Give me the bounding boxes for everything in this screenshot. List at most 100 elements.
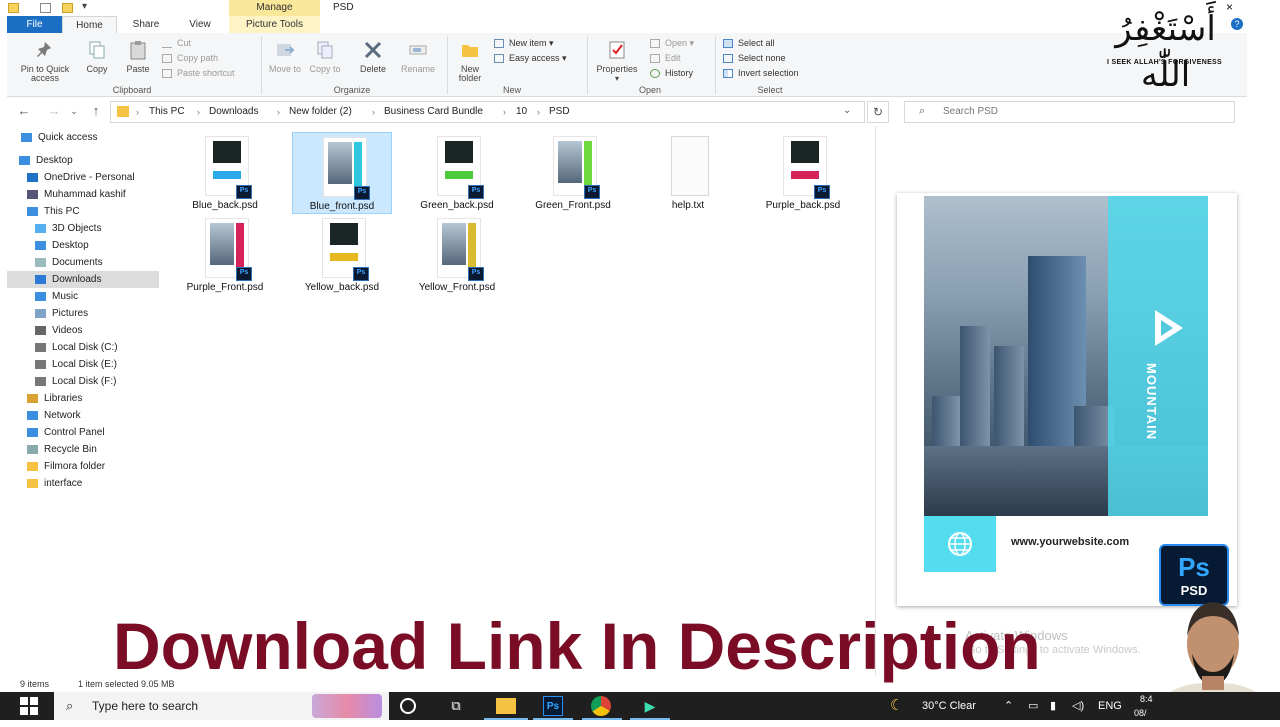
nav-item[interactable]: interface [7,475,159,492]
nav-item[interactable]: Libraries [7,390,159,407]
tab-picture-tools[interactable]: Picture Tools [229,16,320,33]
history-button[interactable]: History [650,66,693,80]
nav-item[interactable]: Control Panel [7,424,159,441]
file-name: help.txt [671,200,705,211]
file-item[interactable]: Ps Blue_front.psd [292,132,392,214]
new-folder-icon[interactable] [62,3,73,13]
language-indicator[interactable]: ENG [1098,692,1122,720]
paste-button[interactable]: Paste [121,40,155,74]
nav-item[interactable]: Pictures [7,305,159,322]
task-view-icon[interactable]: ⧉ [446,696,466,716]
breadcrumb-chevron-icon[interactable]: › [503,102,506,122]
volume-icon[interactable]: ◁) [1072,692,1084,720]
file-item[interactable]: Ps Green_back.psd [407,132,507,214]
easy-access-button[interactable]: Easy access ▾ [494,51,567,65]
breadcrumb-chevron-icon[interactable]: › [277,102,280,122]
tab-home[interactable]: Home [62,16,117,33]
copy-path-button[interactable]: Copy path [162,51,218,65]
breadcrumb-this-pc[interactable]: This PC [149,102,185,122]
invert-selection-icon [723,69,733,79]
nav-item[interactable]: Videos [7,322,159,339]
nav-item[interactable]: OneDrive - Personal [7,169,159,186]
new-folder-button[interactable]: New folder [452,40,488,83]
nav-item[interactable]: Filmora folder [7,458,159,475]
preview-pane-divider[interactable] [875,126,876,676]
address-bar[interactable]: › This PC › Downloads › New folder (2) ›… [110,101,865,123]
search-input[interactable]: ⌕ Search PSD [904,101,1235,123]
copy-to-button[interactable]: Copy to [308,40,342,74]
chrome-taskbar-icon[interactable] [591,696,611,716]
pin-quick-access-button[interactable]: Pin to Quick access [11,40,79,83]
properties-icon[interactable] [40,3,51,13]
forward-arrow-icon[interactable]: → [45,102,63,120]
file-item[interactable]: Ps Purple_back.psd [753,132,853,214]
new-item-button[interactable]: New item ▾ [494,36,554,50]
nav-item[interactable]: Downloads [7,271,159,288]
refresh-icon[interactable]: ↻ [867,101,889,123]
windows-start-icon[interactable] [20,697,38,715]
open-button[interactable]: Open ▾ [650,36,694,50]
breadcrumb-downloads[interactable]: Downloads [209,102,258,122]
cut-button[interactable]: Cut [162,36,191,50]
tab-file[interactable]: File [7,16,62,33]
nav-item[interactable]: Music [7,288,159,305]
nav-item[interactable]: Local Disk (F:) [7,373,159,390]
breadcrumb-chevron-icon[interactable]: › [197,102,200,122]
tray-chevron-icon[interactable]: ⌃ [1004,692,1013,720]
breadcrumb-chevron-icon[interactable]: › [537,102,540,122]
properties-button[interactable]: Properties ▾ [592,40,642,83]
paste-shortcut-button[interactable]: Paste shortcut [162,66,235,80]
file-item[interactable]: Ps Blue_back.psd [175,132,275,214]
nav-item[interactable]: Local Disk (C:) [7,339,159,356]
qat-dropdown-icon[interactable]: ▾ [82,1,87,12]
file-item[interactable]: Ps Yellow_Front.psd [407,214,507,296]
drive-icon [35,377,46,386]
breadcrumb-10[interactable]: 10 [516,102,527,122]
delete-button[interactable]: Delete [355,40,391,74]
select-none-button[interactable]: Select none [723,51,786,65]
nav-item[interactable]: Recycle Bin [7,441,159,458]
breadcrumb-business-card-bundle[interactable]: Business Card Bundle [384,102,483,122]
recent-locations-icon[interactable]: ⌄ [65,102,83,120]
tray-app-icon[interactable]: ▭ [1028,692,1038,720]
breadcrumb-psd[interactable]: PSD [549,102,570,122]
back-arrow-icon[interactable]: ← [15,102,33,120]
nav-item[interactable]: Desktop [7,152,159,169]
filmora-taskbar-icon[interactable]: ▶ [640,696,660,716]
nav-item[interactable]: Muhammad kashif [7,186,159,203]
taskbar-search-box[interactable]: ⌕ Type here to search [54,692,389,720]
invert-selection-button[interactable]: Invert selection [723,66,799,80]
edit-button[interactable]: Edit [650,51,681,65]
weather-text[interactable]: 30°C Clear [922,692,976,720]
nav-item[interactable]: Local Disk (E:) [7,356,159,373]
breadcrumb-new-folder[interactable]: New folder (2) [289,102,352,122]
close-icon[interactable]: × [1226,0,1233,14]
manage-tab[interactable]: Manage [229,0,320,16]
rename-button[interactable]: Rename [396,40,440,74]
help-icon[interactable]: ? [1231,18,1243,30]
file-item[interactable]: Ps Yellow_back.psd [292,214,392,296]
cortana-icon[interactable] [400,698,416,714]
breadcrumb-chevron-icon[interactable]: › [372,102,375,122]
nav-item[interactable]: Desktop [7,237,159,254]
photoshop-taskbar-icon[interactable]: Ps [543,696,563,716]
up-arrow-icon[interactable]: ↑ [87,102,105,120]
breadcrumb-chevron-icon[interactable]: › [136,102,139,122]
clock-date[interactable]: 08/ [1134,699,1147,727]
tab-view[interactable]: View [175,16,225,33]
nav-item[interactable]: This PC [7,203,159,220]
address-dropdown-icon[interactable]: ⌄ [843,105,851,116]
move-to-button[interactable]: Move to [268,40,302,74]
network-icon[interactable]: ▮ [1050,692,1056,720]
file-explorer-taskbar-icon[interactable] [496,698,516,714]
select-all-button[interactable]: Select all [723,36,775,50]
file-item[interactable]: help.txt [638,132,738,214]
copy-button[interactable]: Copy [81,40,113,74]
nav-item[interactable]: Network [7,407,159,424]
tab-share[interactable]: Share [121,16,171,33]
nav-item[interactable]: Quick access [7,129,159,146]
file-item[interactable]: Ps Purple_Front.psd [175,214,275,296]
nav-item[interactable]: 3D Objects [7,220,159,237]
file-item[interactable]: Ps Green_Front.psd [523,132,623,214]
nav-item[interactable]: Documents [7,254,159,271]
